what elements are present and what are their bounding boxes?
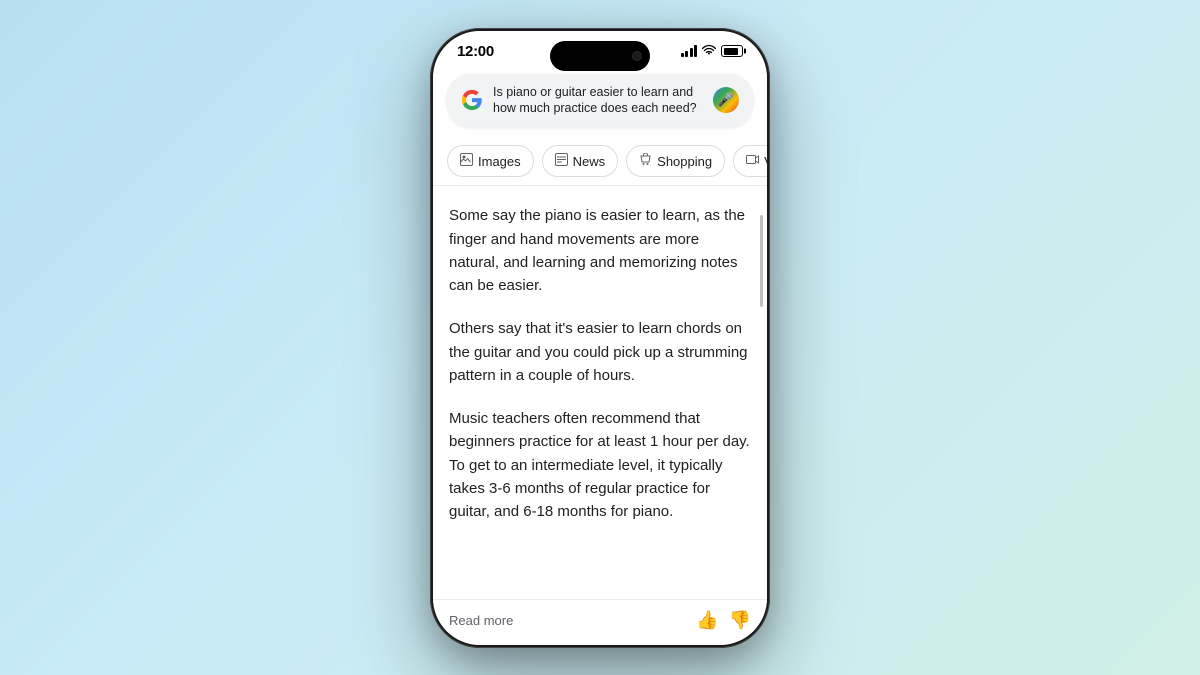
status-bar: 12:00	[433, 31, 767, 66]
tab-shopping[interactable]: Shopping	[626, 145, 725, 177]
tab-news[interactable]: News	[542, 145, 619, 177]
thumbs-up-icon[interactable]: 👍	[696, 610, 718, 631]
shopping-tab-label: Shopping	[657, 154, 712, 169]
read-more-link[interactable]: Read more	[449, 613, 513, 628]
feedback-icons: 👍 👎	[696, 610, 751, 631]
paragraph-2: Others say that it's easier to learn cho…	[449, 317, 751, 387]
content-area: Some say the piano is easier to learn, a…	[433, 186, 767, 598]
mic-icon[interactable]: 🎤	[713, 87, 739, 113]
news-tab-label: News	[573, 154, 606, 169]
filter-tabs-bar: Images News	[433, 137, 767, 186]
bottom-bar: Read more 👍 👎	[433, 599, 767, 645]
dynamic-island	[550, 41, 650, 71]
status-icons	[681, 44, 744, 59]
phone-wrapper: 12:00	[430, 28, 770, 648]
paragraph-3: Music teachers often recommend that begi…	[449, 407, 751, 523]
videos-tab-label: Vid…	[764, 154, 767, 169]
tab-images[interactable]: Images	[447, 145, 534, 177]
phone-frame: 12:00	[430, 28, 770, 648]
camera-dot	[632, 51, 642, 61]
wifi-icon	[702, 44, 716, 59]
thumbs-down-icon[interactable]: 👎	[729, 610, 751, 631]
images-tab-icon	[460, 153, 473, 169]
images-tab-label: Images	[478, 154, 521, 169]
news-tab-icon	[555, 153, 568, 169]
videos-tab-icon	[746, 153, 759, 169]
status-time: 12:00	[457, 43, 494, 60]
search-area: Is piano or guitar easier to learn and h…	[433, 66, 767, 138]
search-query-text: Is piano or guitar easier to learn and h…	[493, 84, 703, 118]
signal-icon	[681, 45, 698, 57]
scrollbar[interactable]	[760, 215, 763, 307]
battery-icon	[721, 45, 743, 57]
phone-screen: 12:00	[433, 31, 767, 645]
tab-videos[interactable]: Vid…	[733, 145, 767, 177]
search-bar[interactable]: Is piano or guitar easier to learn and h…	[447, 74, 753, 128]
paragraph-1: Some say the piano is easier to learn, a…	[449, 204, 751, 297]
google-logo-icon	[461, 89, 483, 111]
shopping-tab-icon	[639, 153, 652, 169]
